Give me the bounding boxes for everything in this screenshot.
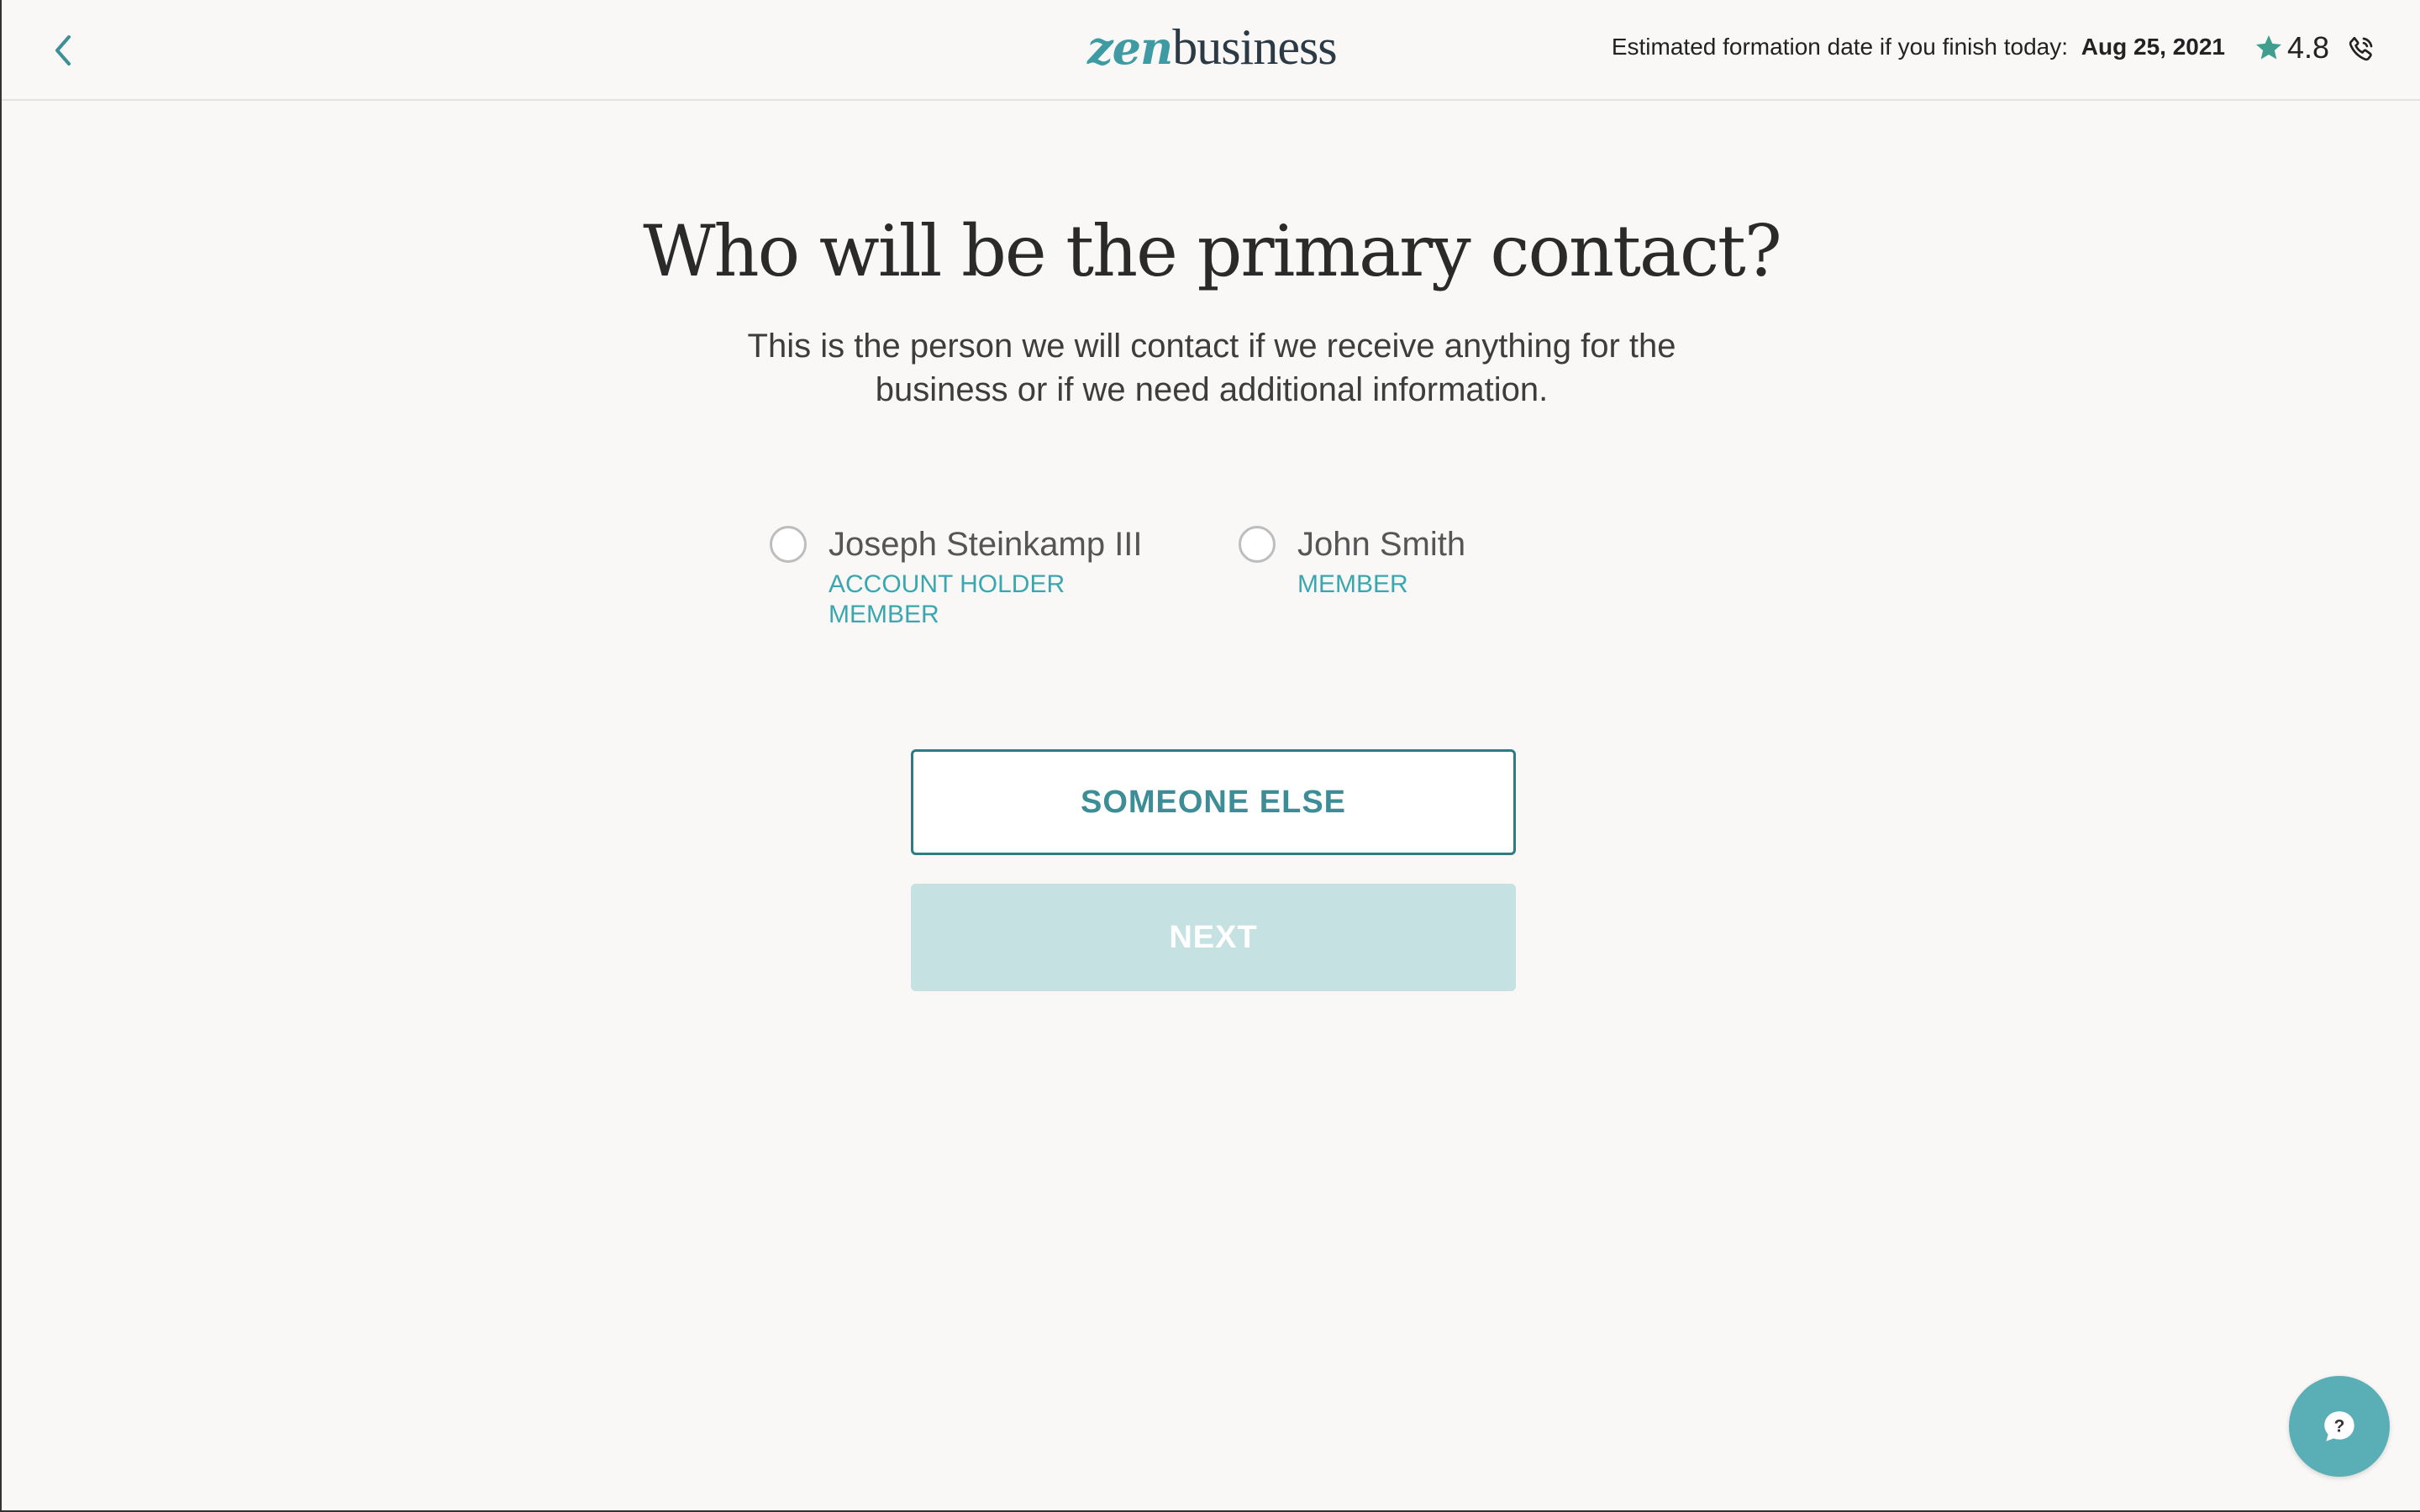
option-name: John Smith — [1297, 526, 1466, 563]
someone-else-button[interactable]: SOMEONE ELSE — [911, 749, 1516, 855]
back-button[interactable] — [39, 27, 86, 74]
rating-value: 4.8 — [2287, 30, 2330, 65]
option-role: MEMBER — [1297, 570, 1408, 598]
rating: 4.8 — [2254, 30, 2329, 66]
phone-icon[interactable] — [2346, 34, 2376, 64]
header: zen business Estimated formation date if… — [2, 0, 2420, 101]
chevron-left-icon — [55, 35, 71, 66]
star-icon — [2256, 35, 2281, 60]
page-title: Who will be the primary contact? — [643, 210, 1782, 292]
help-chat-icon: ? — [2324, 1411, 2354, 1441]
radio-button[interactable] — [1239, 526, 1276, 563]
formation-date: Aug 25, 2021 — [2081, 34, 2225, 60]
option-role: MEMBER — [829, 601, 939, 628]
formation-date-info: Estimated formation date if you finish t… — [1612, 34, 2225, 60]
svg-text:?: ? — [2334, 1417, 2345, 1436]
option-role: ACCOUNT HOLDER — [829, 570, 1065, 598]
contact-option-john-smith[interactable]: John Smith MEMBER — [1239, 522, 1465, 600]
option-name: Joseph Steinkamp III — [829, 526, 1143, 563]
logo-business: business — [1172, 19, 1337, 75]
logo-zen: zen — [1087, 21, 1173, 75]
help-chat-button[interactable]: ? — [2289, 1376, 2390, 1477]
zenbusiness-logo[interactable]: zen business — [1087, 18, 1338, 77]
page-subtitle: This is the person we will contact if we… — [747, 328, 1676, 408]
contact-option-joseph-steinkamp[interactable]: Joseph Steinkamp III ACCOUNT HOLDER MEMB… — [770, 522, 1143, 630]
next-button[interactable]: NEXT — [911, 884, 1516, 991]
formation-label: Estimated formation date if you finish t… — [1611, 34, 2069, 60]
radio-button[interactable] — [770, 526, 807, 563]
